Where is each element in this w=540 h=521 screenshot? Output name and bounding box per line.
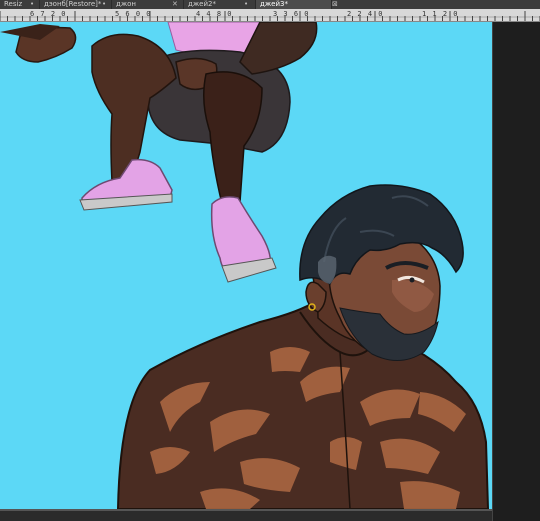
close-icon[interactable]: ⊠ bbox=[332, 0, 338, 9]
tab-label: джей3* bbox=[260, 0, 288, 8]
ruler-label: 5 6 0 0 bbox=[115, 10, 152, 18]
tab-dzhey3[interactable]: джей3* bbox=[256, 0, 332, 9]
ruler-label: 4 4 8 0 bbox=[196, 10, 233, 18]
close-icon[interactable]: • bbox=[102, 0, 106, 9]
ruler-label: 3 3 6 0 bbox=[273, 10, 310, 18]
close-icon[interactable]: ✕ bbox=[172, 0, 178, 9]
ruler-label: 1 1 2 0 bbox=[422, 10, 459, 18]
workspace-side-area bbox=[492, 22, 540, 521]
drawing-canvas[interactable] bbox=[0, 22, 492, 509]
tab-label: дэонб[Restore]* bbox=[44, 0, 102, 8]
artwork bbox=[0, 22, 492, 509]
horizontal-ruler: 6 7 2 0 5 6 0 0 4 4 8 0 3 3 6 0 2 2 4 0 … bbox=[0, 9, 540, 22]
tab-label: джон bbox=[116, 0, 137, 8]
close-icon[interactable]: • bbox=[244, 0, 248, 9]
ruler-label: 6 7 2 0 bbox=[30, 10, 67, 18]
close-icon[interactable]: • bbox=[30, 0, 34, 9]
canvas-border bbox=[492, 22, 493, 521]
document-tab-bar: Resiz • дэонб[Restore]* • джон ✕ джей2* … bbox=[0, 0, 540, 9]
tab-label: Resiz bbox=[4, 0, 23, 8]
ruler-ticks bbox=[0, 11, 540, 21]
ruler-label: 2 2 4 0 bbox=[347, 10, 384, 18]
tab-label: джей2* bbox=[188, 0, 216, 8]
horizontal-scrollbar[interactable] bbox=[0, 509, 492, 511]
